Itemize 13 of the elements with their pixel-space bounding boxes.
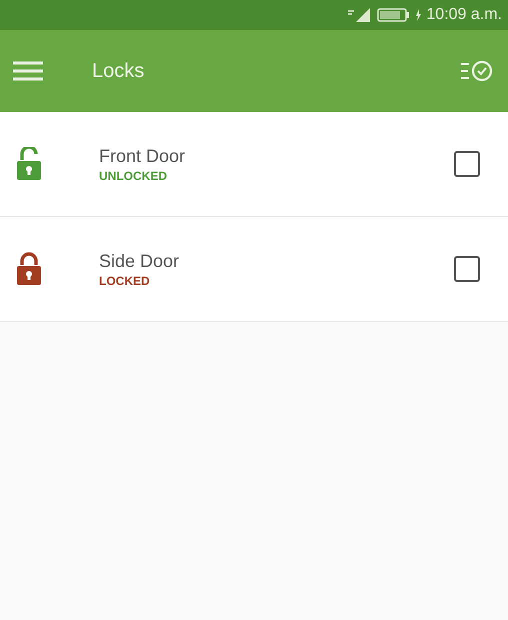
checkbox[interactable] [454,256,480,282]
charging-icon [416,9,422,21]
menu-icon [13,61,43,81]
lock-name: Front Door [99,145,186,168]
lock-status: LOCKED [99,273,151,289]
signal-icon [346,7,372,23]
checkbox[interactable] [454,151,480,177]
app-title: Locks [92,59,144,84]
lock-name: Side Door [99,250,180,273]
status-time: 10:09 a.m. [426,5,502,25]
checklist-icon [461,59,493,83]
lock-status: UNLOCKED [99,168,168,184]
battery-icon [377,8,412,22]
